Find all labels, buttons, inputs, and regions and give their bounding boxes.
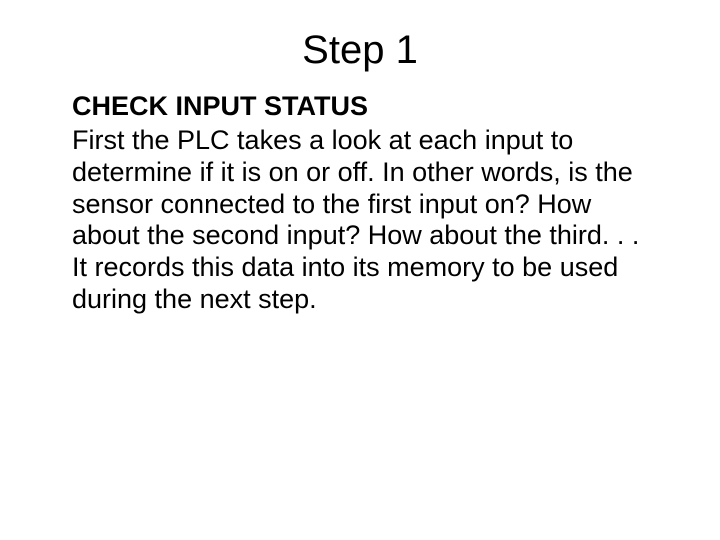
content-block: CHECK INPUT STATUS First the PLC takes a… (72, 91, 660, 316)
page-title: Step 1 (60, 28, 660, 73)
slide: Step 1 CHECK INPUT STATUS First the PLC … (0, 0, 720, 540)
body-text: First the PLC takes a look at each input… (72, 125, 660, 316)
section-heading: CHECK INPUT STATUS (72, 91, 660, 123)
